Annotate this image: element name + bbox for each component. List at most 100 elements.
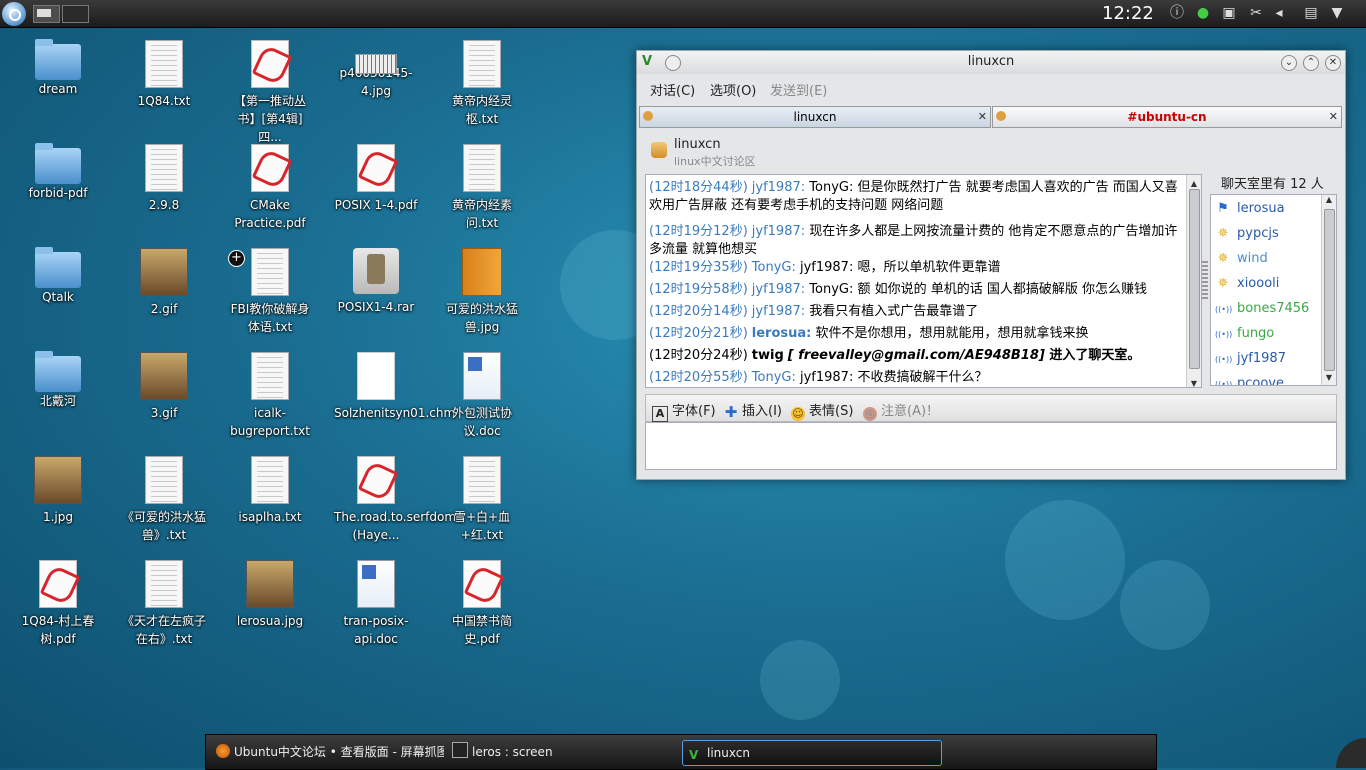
- panel-menu-icon[interactable]: ▼: [1328, 4, 1346, 22]
- scroll-up-icon[interactable]: ▲: [1322, 195, 1336, 207]
- tab-ubuntu-cn[interactable]: #ubuntu-cn ✕: [992, 106, 1342, 128]
- message-sender[interactable]: TonyG:: [752, 370, 796, 385]
- emoticon-button[interactable]: ☺ 表情(S): [791, 400, 853, 421]
- signal-icon: ((•)): [1215, 330, 1233, 339]
- pdf-file-icon: [39, 560, 77, 608]
- clock[interactable]: 12:22: [1102, 3, 1154, 24]
- member-item[interactable]: ((•)) fungo: [1215, 324, 1274, 344]
- desktop-icon[interactable]: 2.9.8: [116, 144, 212, 214]
- message-sender[interactable]: TonyG:: [752, 260, 796, 275]
- scrollbar-thumb[interactable]: [1189, 189, 1200, 369]
- task-firefox[interactable]: Ubuntu中文论坛 • 查看版面 - 屏幕抓图 ...: [210, 740, 444, 764]
- message-sender[interactable]: jyf1987:: [752, 180, 805, 195]
- background-bubble: [1120, 560, 1210, 650]
- volume-icon[interactable]: ◂: [1270, 4, 1288, 22]
- desktop-icon[interactable]: 【第一推动丛书】[第4辑]四...: [222, 40, 318, 146]
- splitter-handle[interactable]: [1202, 261, 1208, 301]
- desktop-icon[interactable]: CMake Practice.pdf: [222, 144, 318, 232]
- member-item[interactable]: ((•)) pcoove: [1215, 374, 1284, 385]
- menu-send-to[interactable]: 发送到(E): [770, 80, 827, 99]
- member-item[interactable]: ((•)) bones7456: [1215, 299, 1309, 319]
- scroll-up-icon[interactable]: ▲: [1187, 175, 1201, 188]
- member-name: lerosua: [1237, 201, 1285, 216]
- desktop-icon-label: 雪+白+血+红.txt: [453, 510, 511, 542]
- minimize-button[interactable]: ⌄: [1281, 55, 1297, 71]
- member-name: fungo: [1237, 326, 1275, 341]
- desktop-icon[interactable]: 1Q84-村上春树.pdf: [10, 560, 106, 648]
- member-count: 聊天室里有 12 人: [1221, 177, 1324, 192]
- desktop-corner-icon[interactable]: [1336, 738, 1366, 768]
- pager-desktop-1[interactable]: [33, 5, 60, 23]
- chat-log[interactable]: (12时18分44秒) jyf1987: TonyG: 但是你既然打广告 就要考虑…: [645, 174, 1202, 388]
- desktop-icon[interactable]: Solzhenitsyn01.chm: [328, 352, 455, 422]
- message-sender[interactable]: twig: [752, 348, 784, 363]
- desktop-icon[interactable]: icalk-bugreport.txt: [222, 352, 318, 440]
- desktop-icon-label: 2.9.8: [148, 198, 180, 212]
- application-launcher-icon[interactable]: [2, 2, 26, 26]
- desktop-icon[interactable]: isaplha.txt: [222, 456, 318, 526]
- close-button[interactable]: ✕: [1325, 55, 1341, 71]
- desktop-icon[interactable]: Qtalk: [10, 247, 106, 306]
- scissors-icon[interactable]: ✂: [1247, 4, 1265, 22]
- desktop-icon[interactable]: p46036145-4.jpg: [328, 40, 424, 100]
- desktop-icon[interactable]: 《天才在左疯子在右》.txt: [116, 560, 212, 648]
- scrollbar-thumb[interactable]: [1324, 209, 1335, 371]
- insert-button[interactable]: ✚ 插入(I): [724, 400, 782, 420]
- message-sender[interactable]: lerosua:: [752, 326, 812, 341]
- desktop-icon[interactable]: 可爱的洪水猛兽.jpg: [434, 248, 530, 336]
- window-titlebar[interactable]: V linuxcn ⌄ ⌃ ✕: [637, 51, 1345, 74]
- chat-window: V linuxcn ⌄ ⌃ ✕ 对话(C) 选项(O) 发送到(E) linux…: [636, 50, 1346, 480]
- scroll-down-icon[interactable]: ▼: [1187, 375, 1201, 387]
- tab-close-icon[interactable]: ✕: [1329, 107, 1338, 127]
- member-item[interactable]: ✵ pypcjs: [1215, 224, 1279, 244]
- member-item[interactable]: ((•)) jyf1987: [1215, 349, 1286, 369]
- menu-conversation[interactable]: 对话(C): [650, 80, 695, 99]
- desktop-icon[interactable]: 外包测试协议.doc: [434, 352, 530, 440]
- desktop-icon[interactable]: 3.gif: [116, 352, 212, 422]
- desktop-icon[interactable]: dream: [10, 39, 106, 98]
- message-text: jyf1987: 嗯，所以单机软件更靠谱: [795, 260, 1001, 275]
- message-sender[interactable]: jyf1987:: [752, 304, 805, 319]
- chat-log-scrollbar[interactable]: ▲ ▼: [1186, 175, 1201, 387]
- desktop-icon[interactable]: 1Q84.txt: [116, 40, 212, 110]
- tab-close-icon[interactable]: ✕: [978, 107, 987, 127]
- desktop-icon[interactable]: lerosua.jpg: [222, 560, 318, 630]
- message-sender[interactable]: jyf1987:: [752, 282, 805, 297]
- member-item[interactable]: ⚑ lerosua: [1215, 199, 1285, 219]
- desktop-icon[interactable]: POSIX 1-4.pdf: [328, 144, 424, 214]
- desktop-icon[interactable]: 雪+白+血+红.txt: [434, 456, 530, 544]
- desktop-icon[interactable]: tran-posix-api.doc: [328, 560, 424, 648]
- pager-desktop-2[interactable]: [62, 5, 89, 23]
- info-icon[interactable]: ⓘ: [1168, 4, 1186, 22]
- clipboard-icon[interactable]: ▤: [1302, 4, 1320, 22]
- desktop-icon[interactable]: The.road.to.serfdom (Haye...: [328, 456, 456, 544]
- message-timestamp: (12时20分21秒): [649, 326, 748, 341]
- tab-linuxcn[interactable]: linuxcn ✕: [639, 106, 991, 128]
- member-item[interactable]: ✵ xioooli: [1215, 274, 1280, 294]
- message-sender[interactable]: jyf1987:: [752, 224, 805, 239]
- task-linuxcn[interactable]: Vlinuxcn: [682, 740, 942, 766]
- member-item[interactable]: ✵ wind: [1215, 249, 1268, 269]
- attention-button[interactable]: ◎ 注意(A)！: [863, 400, 939, 421]
- task-terminal[interactable]: leros : screen: [446, 740, 676, 764]
- font-button[interactable]: A 字体(F): [652, 400, 716, 422]
- star-icon: ✵: [1217, 226, 1229, 241]
- scroll-down-icon[interactable]: ▼: [1322, 373, 1336, 385]
- message-input[interactable]: [645, 422, 1337, 470]
- desktop-icon[interactable]: 2.gif: [116, 248, 212, 318]
- desktop-icon[interactable]: forbid-pdf: [10, 143, 106, 202]
- menu-options[interactable]: 选项(O): [710, 80, 756, 99]
- desktop-icon[interactable]: 1.jpg: [10, 456, 106, 526]
- desktop-icon[interactable]: 中国禁书简史.pdf: [434, 560, 530, 648]
- status-indicator-icon[interactable]: ●: [1194, 4, 1212, 22]
- desktop-icon[interactable]: 北戴河: [10, 351, 106, 410]
- member-list-scrollbar[interactable]: ▲ ▼: [1321, 195, 1336, 385]
- network-icon[interactable]: ▣: [1220, 4, 1238, 22]
- maximize-button[interactable]: ⌃: [1303, 55, 1319, 71]
- add-icon[interactable]: +: [228, 250, 245, 267]
- desktop-icon[interactable]: 《可爱的洪水猛兽》.txt: [116, 456, 212, 544]
- desktop-icon[interactable]: 黄帝内经灵枢.txt: [434, 40, 530, 128]
- member-list[interactable]: ⚑ lerosua ✵ pypcjs ✵ wind ✵ xioooli ((•)) bones74…: [1210, 194, 1337, 386]
- desktop-icon[interactable]: 黄帝内经素问.txt: [434, 144, 530, 232]
- desktop-icon[interactable]: POSIX1-4.rar: [328, 248, 424, 316]
